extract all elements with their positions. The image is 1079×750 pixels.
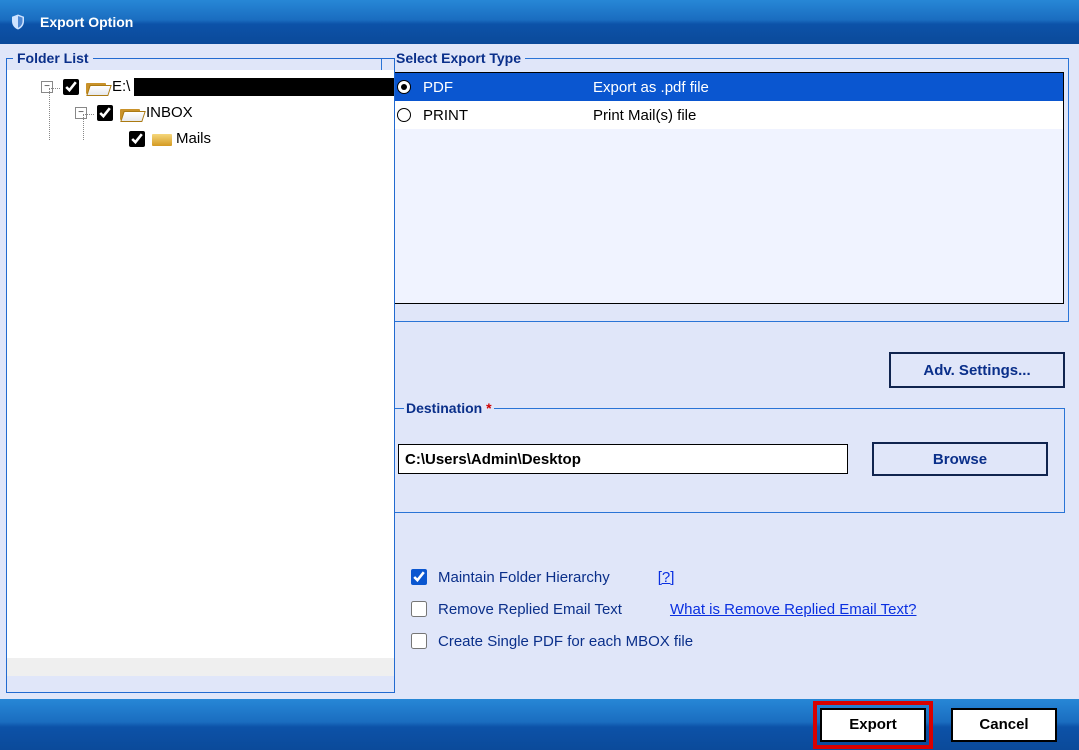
single-pdf-label: Create Single PDF for each MBOX file bbox=[438, 633, 693, 650]
option-remove-replied[interactable]: Remove Replied Email Text What is Remove… bbox=[407, 593, 1069, 625]
title-bar: Export Option bbox=[0, 0, 1079, 44]
remove-replied-checkbox[interactable] bbox=[411, 601, 427, 617]
folder-open-icon bbox=[120, 106, 142, 120]
tree-checkbox-root[interactable] bbox=[63, 79, 79, 95]
radio-icon[interactable] bbox=[397, 108, 411, 122]
tree-node-root[interactable]: − E:\ bbox=[41, 74, 394, 100]
adv-settings-row: Adv. Settings... bbox=[381, 352, 1065, 388]
export-type-desc: Print Mail(s) file bbox=[593, 107, 1059, 124]
window-title: Export Option bbox=[40, 14, 133, 30]
destination-legend: Destination * bbox=[404, 400, 494, 416]
content-area: Folder List − E:\ bbox=[0, 44, 1079, 699]
export-type-fieldset: Select Export Type PDF Export as .pdf fi… bbox=[381, 50, 1069, 322]
tree-checkbox-inbox[interactable] bbox=[97, 105, 113, 121]
tree-label-mails: Mails bbox=[176, 126, 211, 152]
folder-list-pane: Folder List − E:\ bbox=[0, 44, 375, 699]
folder-list-legend: Folder List bbox=[13, 50, 93, 66]
folder-list-fieldset: Folder List − E:\ bbox=[6, 50, 395, 693]
tree-checkbox-mails[interactable] bbox=[129, 131, 145, 147]
export-button[interactable]: Export bbox=[820, 708, 926, 742]
scroll-thumb[interactable] bbox=[27, 660, 357, 674]
export-type-list[interactable]: PDF Export as .pdf file PRINT Print Mail… bbox=[386, 72, 1064, 304]
folder-icon bbox=[152, 132, 172, 146]
options-block: Maintain Folder Hierarchy [?] Remove Rep… bbox=[407, 561, 1069, 657]
required-asterisk: * bbox=[486, 400, 491, 416]
tree-label-root-prefix: E:\ bbox=[112, 74, 130, 100]
single-pdf-checkbox[interactable] bbox=[411, 633, 427, 649]
folder-open-icon bbox=[86, 80, 108, 94]
redacted-path bbox=[134, 78, 394, 96]
adv-settings-button[interactable]: Adv. Settings... bbox=[889, 352, 1065, 388]
maintain-hierarchy-help-link[interactable]: [?] bbox=[658, 569, 675, 586]
remove-replied-label: Remove Replied Email Text bbox=[438, 601, 622, 618]
export-type-desc: Export as .pdf file bbox=[593, 79, 1059, 96]
destination-fieldset: Destination * Browse bbox=[381, 400, 1065, 513]
folder-tree[interactable]: − E:\ − bbox=[7, 70, 394, 676]
scroll-right-icon[interactable]: ▸ bbox=[376, 658, 394, 676]
shield-icon bbox=[8, 12, 28, 32]
export-highlight: Export bbox=[813, 701, 933, 749]
scroll-left-icon[interactable]: ◂ bbox=[7, 658, 25, 676]
tree-node-mails[interactable]: Mails bbox=[109, 126, 394, 152]
export-type-legend: Select Export Type bbox=[392, 50, 525, 66]
maintain-hierarchy-checkbox[interactable] bbox=[411, 569, 427, 585]
export-type-row-pdf[interactable]: PDF Export as .pdf file bbox=[387, 73, 1063, 101]
tree-label-inbox: INBOX bbox=[146, 100, 193, 126]
export-type-code: PDF bbox=[423, 79, 593, 96]
radio-icon[interactable] bbox=[397, 80, 411, 94]
destination-legend-text: Destination bbox=[406, 400, 482, 416]
option-single-pdf[interactable]: Create Single PDF for each MBOX file bbox=[407, 625, 1069, 657]
export-type-code: PRINT bbox=[423, 107, 593, 124]
right-pane: Select Export Type PDF Export as .pdf fi… bbox=[375, 44, 1079, 699]
remove-replied-help-link[interactable]: What is Remove Replied Email Text? bbox=[670, 601, 917, 618]
maintain-hierarchy-label: Maintain Folder Hierarchy bbox=[438, 569, 610, 586]
tree-node-inbox[interactable]: − INBOX bbox=[75, 100, 394, 126]
destination-input[interactable] bbox=[398, 444, 848, 474]
horizontal-scrollbar[interactable]: ◂ ▸ bbox=[7, 658, 394, 676]
browse-button[interactable]: Browse bbox=[872, 442, 1048, 476]
export-type-row-print[interactable]: PRINT Print Mail(s) file bbox=[387, 101, 1063, 129]
cancel-button[interactable]: Cancel bbox=[951, 708, 1057, 742]
bottom-bar: Export Cancel bbox=[0, 699, 1079, 750]
option-maintain-hierarchy[interactable]: Maintain Folder Hierarchy [?] bbox=[407, 561, 1069, 593]
